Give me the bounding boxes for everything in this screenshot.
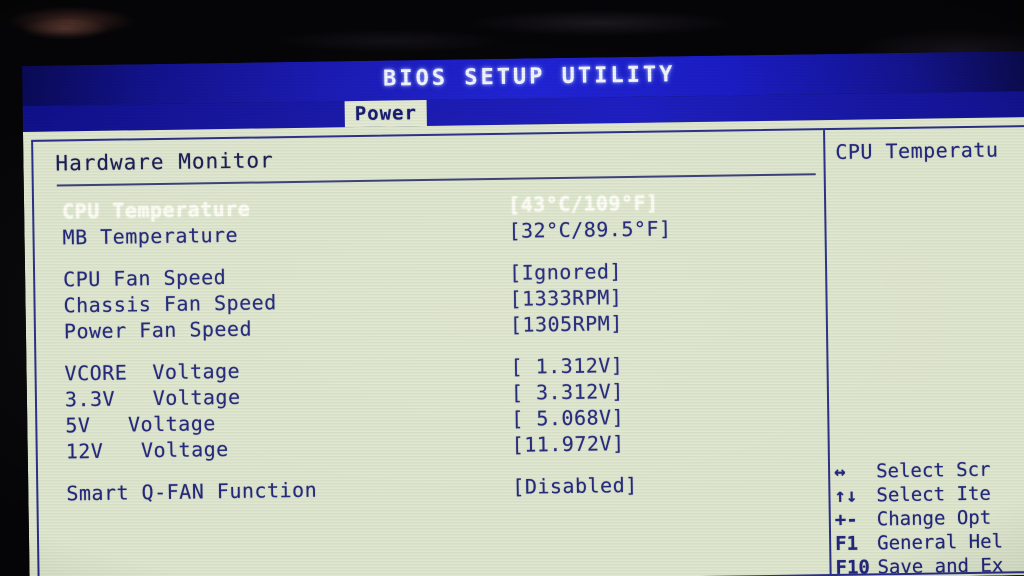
help-panel: CPU Temperatu ↔ Select Scr ↑↓ Select Ite +- C… bbox=[823, 127, 1024, 575]
settings-row-label: Power Fan Speed bbox=[63, 316, 253, 344]
settings-list: CPU Temperature [43°C/109°F] MB Temperatur… bbox=[56, 187, 828, 506]
bios-screen: BIOS SETUP UTILITY Power Hardware Monito… bbox=[22, 50, 1024, 576]
navigation-key-description: Save and Ex bbox=[877, 554, 1004, 575]
bezel-glare bbox=[280, 30, 500, 52]
settings-row-value[interactable]: [ 3.312V] bbox=[511, 378, 624, 406]
navigation-key-icon: ↔ bbox=[833, 460, 846, 483]
settings-row-value[interactable]: [1333RPM] bbox=[509, 284, 622, 312]
settings-row-label: 3.3V Voltage bbox=[64, 384, 241, 412]
navigation-legend-row: ↔ Select Scr bbox=[834, 456, 1024, 484]
bezel-glare bbox=[470, 10, 730, 36]
settings-row-value[interactable]: [ 1.312V] bbox=[510, 352, 623, 380]
bezel-glare bbox=[20, 18, 110, 40]
bios-body: Hardware Monitor CPU Temperature [43°C/10… bbox=[22, 116, 1024, 576]
settings-row-value[interactable]: [1305RPM] bbox=[510, 310, 623, 338]
settings-row-label: CPU Fan Speed bbox=[62, 264, 227, 292]
help-text: CPU Temperatu bbox=[835, 137, 999, 164]
settings-row-label: MB Temperature bbox=[62, 222, 239, 250]
settings-row-value[interactable]: [43°C/109°F] bbox=[508, 190, 659, 218]
bezel-glare bbox=[6, 6, 136, 36]
navigation-key-description: General Hel bbox=[877, 530, 1004, 555]
settings-row-label: Smart Q-FAN Function bbox=[66, 477, 318, 506]
navigation-key-icon: F10 bbox=[835, 556, 871, 575]
content-frame: Hardware Monitor CPU Temperature [43°C/10… bbox=[31, 125, 1024, 576]
tab-power[interactable]: Power bbox=[344, 99, 428, 128]
navigation-legend: ↔ Select Scr ↑↓ Select Ite +- Change Opt F1 Gen… bbox=[834, 456, 1024, 574]
page-title: BIOS SETUP UTILITY bbox=[382, 62, 676, 92]
main-panel: Hardware Monitor CPU Temperature [43°C/10… bbox=[33, 130, 829, 576]
navigation-key-description: Select Ite bbox=[876, 482, 992, 507]
navigation-key-icon: ↑↓ bbox=[834, 484, 858, 507]
settings-row-label: Chassis Fan Speed bbox=[63, 290, 277, 318]
section-divider bbox=[56, 173, 816, 187]
navigation-key-description: Select Scr bbox=[875, 458, 991, 483]
settings-row-value[interactable]: [ 5.068V] bbox=[511, 404, 624, 432]
section-title: Hardware Monitor bbox=[55, 148, 274, 176]
monitor-photo: BIOS SETUP UTILITY Power Hardware Monito… bbox=[0, 0, 1024, 576]
navigation-legend-row: ↑↓ Select Ite bbox=[834, 480, 1024, 508]
settings-row-label: VCORE Voltage bbox=[64, 358, 241, 386]
settings-row-label: 5V Voltage bbox=[65, 411, 216, 438]
navigation-key-description: Change Opt bbox=[876, 506, 992, 531]
navigation-legend-row: F1 General Hel bbox=[835, 528, 1024, 556]
navigation-key-icon: +- bbox=[834, 508, 858, 531]
settings-row-label: CPU Temperature bbox=[61, 196, 251, 224]
settings-row-value[interactable]: [Disabled] bbox=[512, 472, 638, 500]
navigation-legend-row: F10 Save and Ex bbox=[835, 552, 1024, 574]
settings-row-value[interactable]: [Ignored] bbox=[509, 258, 622, 286]
settings-row-value[interactable]: [11.972V] bbox=[511, 430, 624, 458]
settings-row-label: 12V Voltage bbox=[65, 436, 229, 464]
navigation-legend-row: +- Change Opt bbox=[835, 504, 1024, 532]
navigation-key-icon: F1 bbox=[835, 532, 859, 555]
settings-row-value[interactable]: [32°C/89.5°F] bbox=[508, 215, 671, 243]
